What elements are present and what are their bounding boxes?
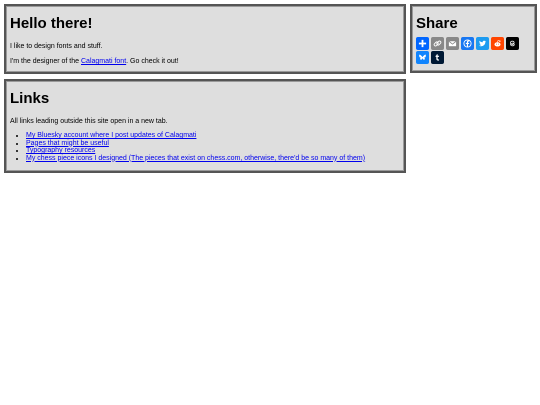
reddit-icon[interactable] — [491, 37, 504, 50]
bluesky-icon[interactable] — [416, 51, 429, 64]
list-item: My Bluesky account where I post updates … — [26, 132, 400, 140]
share-panel: Share — [410, 4, 537, 73]
links-panel: Links All links leading outside this sit… — [4, 79, 406, 173]
twitter-icon[interactable] — [476, 37, 489, 50]
chess-piece-icons-link[interactable]: My chess piece icons I designed (The pie… — [26, 155, 365, 162]
useful-pages-link[interactable]: Pages that might be useful — [26, 140, 109, 147]
copy-link-icon[interactable] — [431, 37, 444, 50]
tumblr-icon[interactable] — [431, 51, 444, 64]
addtoany-plus-icon[interactable] — [416, 37, 429, 50]
bluesky-account-link[interactable]: My Bluesky account where I post updates … — [26, 132, 196, 139]
links-title: Links — [10, 90, 50, 107]
intro-text: I like to design fonts and stuff. — [10, 43, 103, 50]
links-intro: All links leading outside this site open… — [10, 118, 168, 125]
list-item: Pages that might be useful — [26, 140, 400, 148]
calagmati-font-link[interactable]: Calagmati font — [81, 58, 126, 65]
list-item: Typography resources — [26, 147, 400, 155]
facebook-icon[interactable] — [461, 37, 474, 50]
designer-text-after: . Go check it out! — [126, 58, 179, 65]
typography-resources-link[interactable]: Typography resources — [26, 147, 95, 154]
hello-title: Hello there! — [10, 15, 93, 32]
share-icons — [416, 37, 526, 64]
email-icon[interactable] — [446, 37, 459, 50]
links-list: My Bluesky account where I post updates … — [10, 132, 400, 162]
hello-panel: Hello there! I like to design fonts and … — [4, 4, 406, 74]
share-title: Share — [416, 15, 458, 32]
list-item: My chess piece icons I designed (The pie… — [26, 155, 400, 163]
threads-icon[interactable] — [506, 37, 519, 50]
designer-text-before: I'm the designer of the — [10, 58, 81, 65]
designer-text: I'm the designer of the Calagmati font. … — [10, 57, 400, 66]
